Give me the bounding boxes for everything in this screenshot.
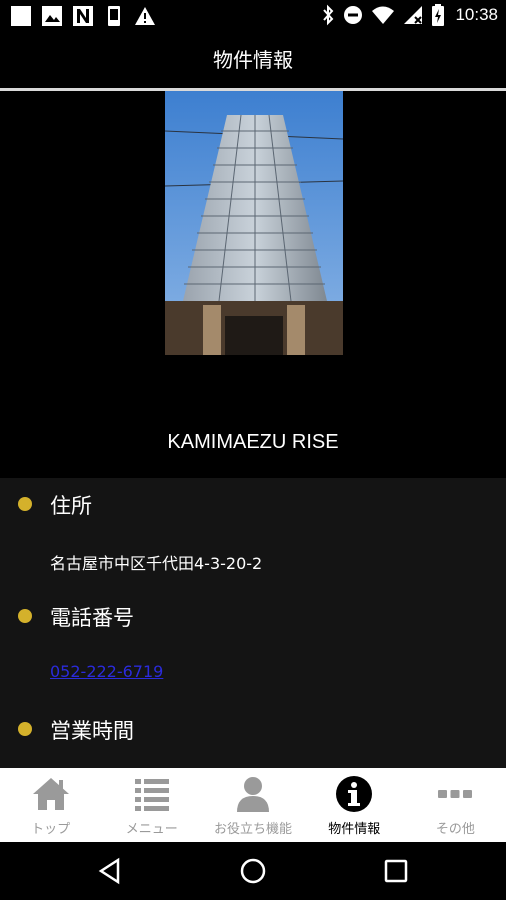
nav-item-property-info[interactable]: 物件情報 [304,768,405,842]
nav-label: 物件情報 [328,822,381,837]
wifi-icon [372,6,395,24]
bullet-dot-icon [18,722,32,736]
image-icon [41,5,63,27]
phone-icon [103,5,125,27]
nav-item-other[interactable]: その他 [405,768,506,842]
back-icon[interactable] [96,856,126,886]
system-navigation-bar [0,842,506,900]
nav-item-menu[interactable]: メニュー [101,768,202,842]
list-icon [134,779,169,811]
person-icon [237,777,269,812]
address-heading: 住所 [50,494,92,518]
address-value: 名古屋市中区千代田4-3-20-2 [50,554,263,573]
battery-icon [432,4,445,26]
nav-label: その他 [435,822,475,837]
nav-item-top[interactable]: トップ [0,768,101,842]
bottom-navigation: トップ メニュー お役立ち機能 物件情報 その他 [0,768,506,842]
clock: 10:38 [455,5,498,24]
building-photo [165,91,343,355]
nav-label: お役立ち機能 [214,822,293,837]
more-icon [438,790,473,798]
home-circle-icon[interactable] [238,856,268,886]
phone-link[interactable]: 052-222-6719 [50,662,163,681]
nav-label: メニュー [125,822,178,837]
bluetooth-icon [323,4,334,26]
app-bar: 物件情報 [0,32,506,88]
system-status-icons: 10:38 [321,4,498,26]
phone-heading: 電話番号 [50,606,134,630]
hours-heading: 営業時間 [50,719,134,743]
property-name: KAMIMAEZU RISE [167,431,339,453]
bullet-dot-icon [18,609,32,623]
property-info: 住所 名古屋市中区千代田4-3-20-2 電話番号 052-222-6719 営… [0,478,506,768]
recents-icon[interactable] [381,856,411,886]
status-bar: 10:38 [0,0,506,32]
info-icon [336,776,373,812]
n-icon [72,5,94,27]
do-not-disturb-icon [344,6,363,24]
nav-label: トップ [31,822,71,837]
page-title: 物件情報 [213,48,293,72]
warning-icon [134,5,156,27]
home-icon [32,778,69,810]
property-hero: KAMIMAEZU RISE [0,91,506,478]
square-icon [10,5,32,27]
bullet-dot-icon [18,497,32,511]
no-signal-icon [404,6,423,24]
notification-icons [10,5,156,27]
nav-item-useful-features[interactable]: お役立ち機能 [202,768,303,842]
